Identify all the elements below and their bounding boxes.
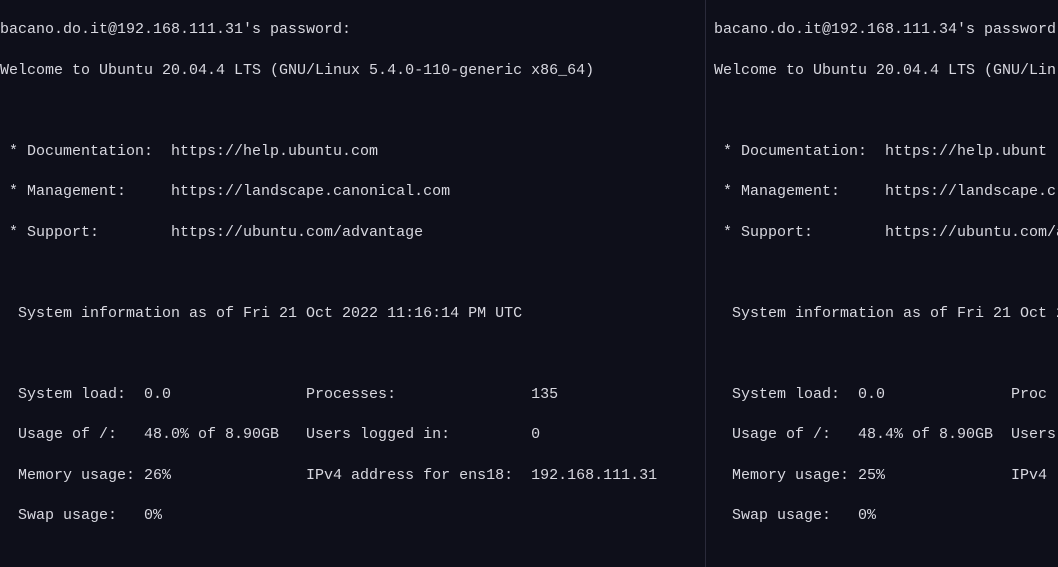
welcome-line: Welcome to Ubuntu 20.04.4 LTS (GNU/Linux… bbox=[0, 61, 705, 81]
doc-link: * Documentation: https://help.ubuntu.com bbox=[0, 142, 705, 162]
terminal-pane-left[interactable]: bacano.do.it@192.168.111.31's password: … bbox=[0, 0, 705, 567]
blank bbox=[0, 344, 705, 364]
sysinfo-row: System load: 0.0 Proc bbox=[714, 385, 1058, 405]
sysinfo-row: Memory usage: 25% IPv4 bbox=[714, 466, 1058, 486]
support-link: * Support: https://ubuntu.com/a bbox=[714, 223, 1058, 243]
blank bbox=[0, 263, 705, 283]
blank bbox=[0, 547, 705, 567]
blank bbox=[714, 263, 1058, 283]
ssh-password-prompt: bacano.do.it@192.168.111.34's password bbox=[714, 20, 1058, 40]
support-link: * Support: https://ubuntu.com/advantage bbox=[0, 223, 705, 243]
terminal-pane-right[interactable]: bacano.do.it@192.168.111.34's password W… bbox=[705, 0, 1058, 567]
welcome-line: Welcome to Ubuntu 20.04.4 LTS (GNU/Lin bbox=[714, 61, 1058, 81]
sysinfo-header: System information as of Fri 21 Oct 2022… bbox=[0, 304, 705, 324]
blank bbox=[0, 101, 705, 121]
sysinfo-row: Swap usage: 0% bbox=[714, 506, 1058, 526]
sysinfo-row: Usage of /: 48.4% of 8.90GB Users bbox=[714, 425, 1058, 445]
sysinfo-row: System load: 0.0 Processes: 135 bbox=[0, 385, 705, 405]
blank bbox=[714, 547, 1058, 567]
sysinfo-row: Usage of /: 48.0% of 8.90GB Users logged… bbox=[0, 425, 705, 445]
mgmt-link: * Management: https://landscape.canonica… bbox=[0, 182, 705, 202]
ssh-password-prompt: bacano.do.it@192.168.111.31's password: bbox=[0, 20, 705, 40]
sysinfo-header: System information as of Fri 21 Oct 2 bbox=[714, 304, 1058, 324]
blank bbox=[714, 344, 1058, 364]
sysinfo-row: Swap usage: 0% bbox=[0, 506, 705, 526]
doc-link: * Documentation: https://help.ubunt bbox=[714, 142, 1058, 162]
mgmt-link: * Management: https://landscape.c bbox=[714, 182, 1058, 202]
blank bbox=[714, 101, 1058, 121]
sysinfo-row: Memory usage: 26% IPv4 address for ens18… bbox=[0, 466, 705, 486]
